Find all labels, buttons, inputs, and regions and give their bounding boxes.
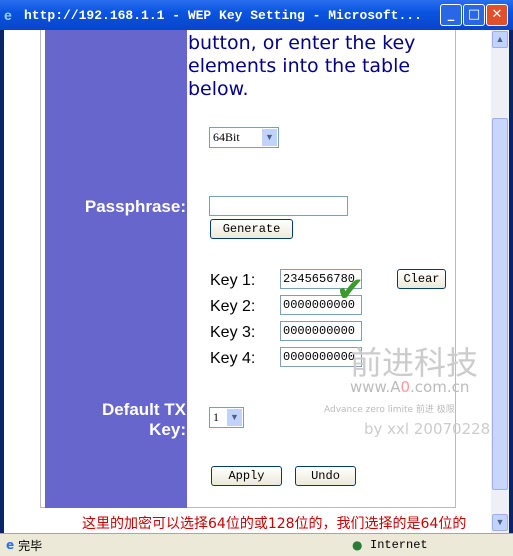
globe-icon: ● (352, 538, 363, 552)
passphrase-input[interactable] (209, 196, 348, 216)
intro-line: below. (188, 78, 249, 100)
passphrase-label: Passphrase: (84, 197, 186, 216)
page-icon: e (6, 538, 15, 552)
scroll-down-icon[interactable]: ▼ (492, 514, 508, 531)
default-tx-value: 1 (213, 410, 219, 424)
status-bar: e 完毕 ● Internet (0, 533, 513, 556)
watermark-by: by xxl 20070228 (364, 420, 491, 438)
status-text: 完毕 (18, 538, 43, 553)
zone-text: Internet (370, 538, 428, 552)
watermark-tagline: Advance zero limite 前进 极限 (324, 405, 455, 415)
ie-icon: e (4, 7, 12, 23)
vertical-scrollbar[interactable]: ▲ ▼ (491, 30, 509, 533)
default-tx-label: Default TX Key: (54, 400, 186, 440)
key-length-select[interactable]: 64Bit ▼ (209, 127, 279, 148)
key2-label: Key 2: (210, 298, 256, 315)
key1-label: Key 1: (210, 272, 256, 289)
default-tx-line: Key: (149, 420, 186, 439)
intro-text: button, or enter the key elements into t… (188, 32, 415, 101)
wm-url-zero: 0 (400, 378, 411, 396)
clear-button[interactable]: Clear (397, 269, 446, 289)
wm-url-pre: www.A (350, 378, 401, 396)
default-tx-select[interactable]: 1 ▼ (209, 407, 244, 428)
chevron-down-icon: ▼ (262, 129, 277, 146)
maximize-button[interactable]: □ (463, 4, 485, 26)
window-title: http://192.168.1.1 - WEP Key Setting - M… (24, 7, 422, 23)
title-bar: e http://192.168.1.1 - WEP Key Setting -… (0, 0, 513, 30)
checkmark-icon: ✔ (336, 270, 365, 310)
minimize-button[interactable]: _ (440, 4, 462, 26)
generate-button[interactable]: Generate (210, 219, 293, 239)
scroll-thumb[interactable] (492, 118, 508, 490)
chevron-down-icon: ▼ (227, 409, 242, 426)
scroll-up-icon[interactable]: ▲ (492, 31, 508, 48)
key3-label: Key 3: (210, 324, 256, 341)
close-button[interactable]: ✕ (486, 4, 508, 26)
intro-line: elements into the table (188, 55, 411, 77)
page-content: button, or enter the key elements into t… (4, 30, 509, 533)
undo-button[interactable]: Undo (295, 466, 356, 486)
annotation-text: 这里的加密可以选择64位的或128位的，我们选择的是64位的 (82, 516, 467, 532)
wm-url-post: .com.cn (410, 378, 470, 396)
key4-label: Key 4: (210, 350, 256, 367)
key-length-value: 64Bit (213, 130, 240, 144)
watermark-url: www.A0.com.cn (350, 378, 469, 396)
default-tx-line: Default TX (101, 400, 186, 419)
intro-line: button, or enter the key (188, 32, 416, 54)
apply-button[interactable]: Apply (211, 466, 282, 486)
